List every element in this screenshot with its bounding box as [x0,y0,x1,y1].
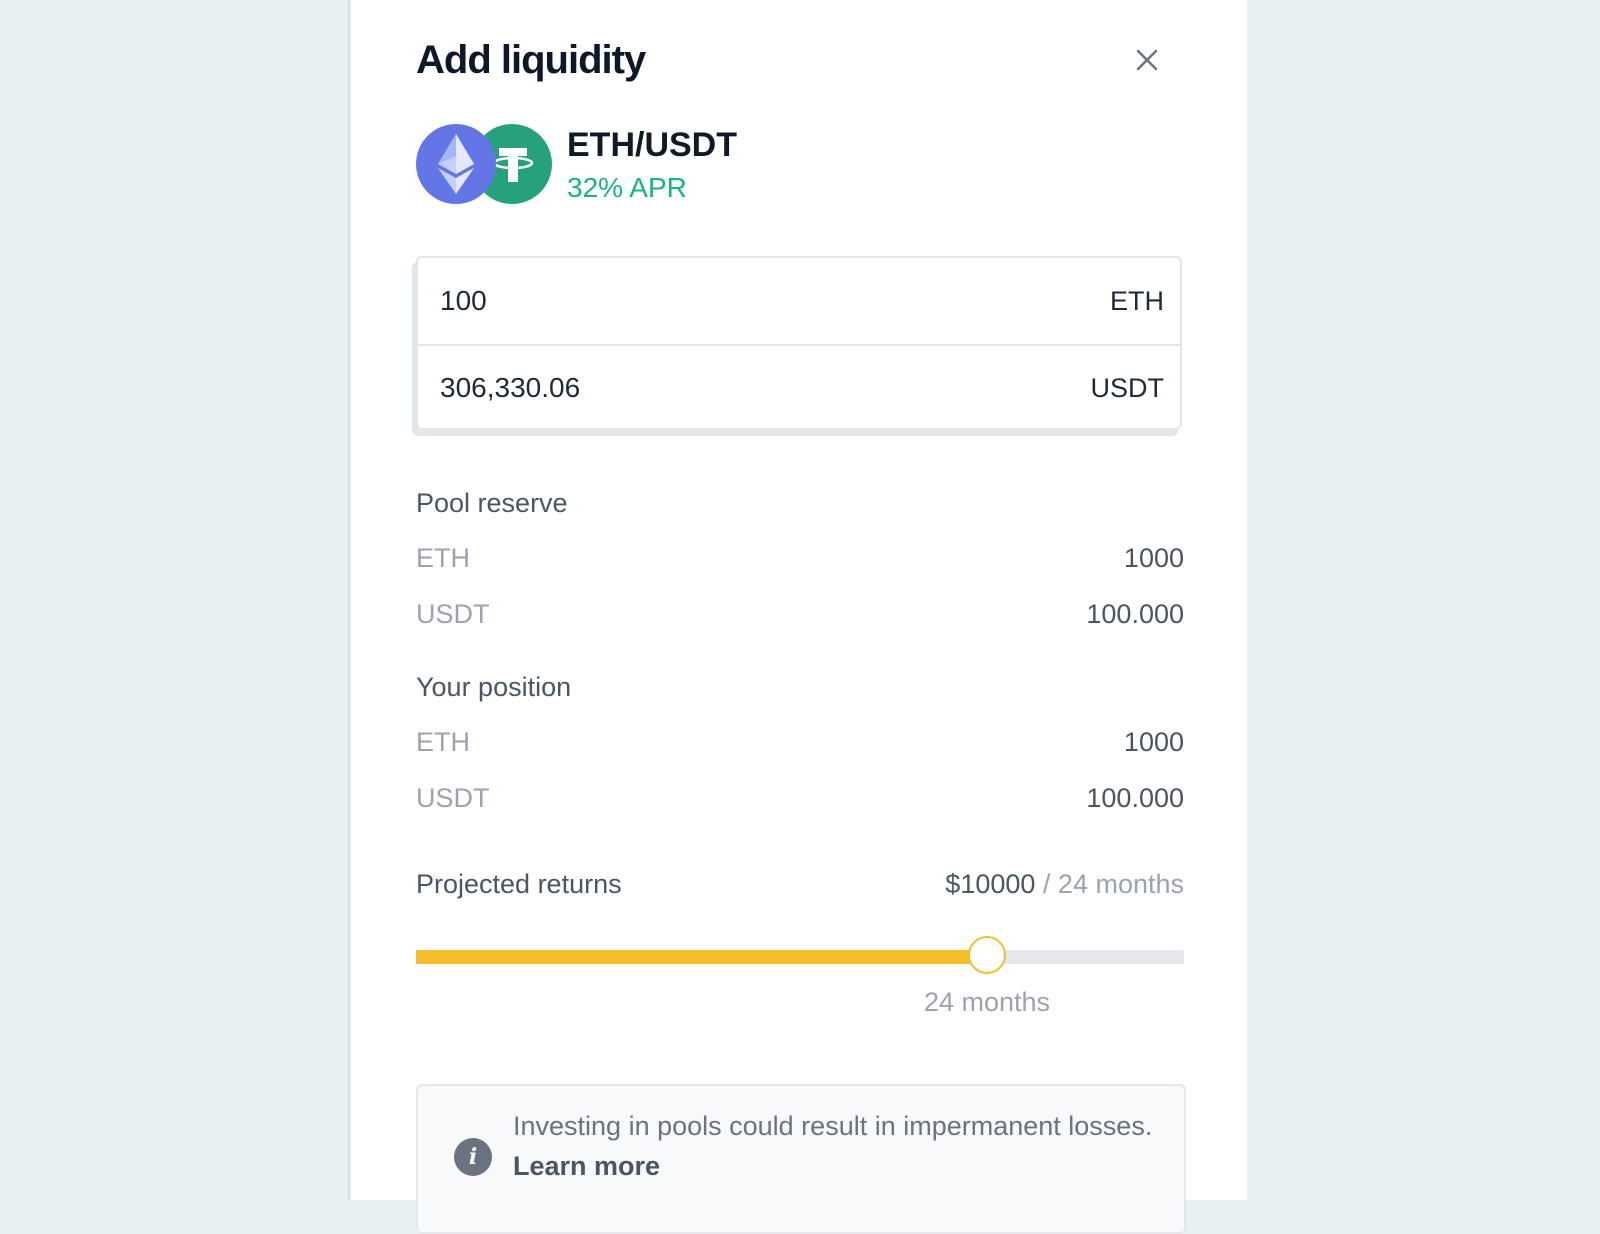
add-liquidity-dialog: Add liquidity ETH/USDT 32% APR 100 ETH 3… [351,0,1247,1234]
notice-text: Investing in pools could result in imper… [513,1106,1153,1186]
slider-thumb[interactable] [968,936,1006,974]
close-icon [1136,49,1158,71]
your-position-title: Your position [416,672,572,702]
your-position-value: 1000 [1123,727,1184,757]
slider-value-caption: 24 months [923,987,1051,1017]
notice-message: Investing in pools could result in imper… [513,1111,1153,1141]
usdt-amount-row: USDT [418,344,1180,430]
amount-inputs: ETH USDT [416,256,1182,430]
info-icon: i [454,1138,492,1176]
pool-reserve-row: ETH 1000 [416,540,1184,576]
projected-returns-label: Projected returns [416,869,622,899]
pool-reserve-label: USDT [416,599,490,629]
pool-reserve-value: 100.000 [1086,599,1184,629]
pool-pair-name: ETH/USDT [567,126,737,164]
pool-reserve-row: USDT 100.000 [416,596,1184,632]
usdt-amount-input[interactable] [440,372,1000,404]
eth-amount-input[interactable] [440,285,1000,317]
your-position-row: USDT 100.000 [416,780,1184,816]
usdt-amount-unit: USDT [1090,372,1165,403]
your-position-label: USDT [416,783,490,813]
close-button[interactable] [1131,44,1163,76]
projected-returns-period: / 24 months [1042,869,1184,899]
pool-reserve-title: Pool reserve [416,488,568,518]
your-position-label: ETH [416,727,470,757]
your-position-row: ETH 1000 [416,724,1184,760]
eth-amount-unit: ETH [1110,285,1164,316]
your-position-value: 100.000 [1086,783,1184,813]
projected-returns-summary: $10000 / 24 months [945,866,1184,902]
slider-fill [416,950,987,964]
pool-reserve-label: ETH [416,543,470,573]
dialog-title: Add liquidity [416,38,646,82]
pool-reserve-value: 1000 [1123,543,1184,573]
impermanent-loss-notice: i Investing in pools could result in imp… [416,1084,1186,1234]
ethereum-icon [416,124,496,204]
projected-returns: Projected returns $10000 / 24 months [416,866,1184,902]
eth-amount-row: ETH [418,258,1180,344]
pool-apr: 32% APR [567,172,687,203]
learn-more-link[interactable]: Learn more [513,1151,660,1181]
projected-returns-amount: $10000 [945,869,1036,899]
duration-slider[interactable] [416,936,1184,974]
